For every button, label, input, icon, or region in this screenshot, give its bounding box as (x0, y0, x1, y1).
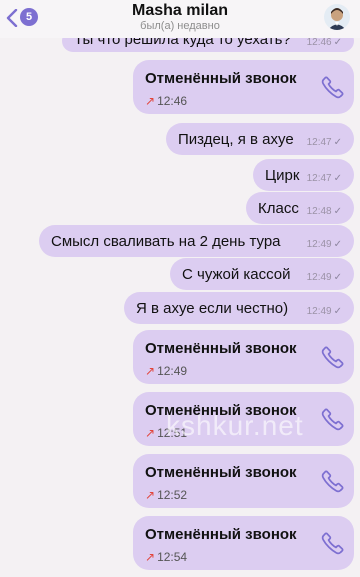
check-icon: ✓ (333, 173, 342, 184)
message-text: Я в ахуе если честно) (136, 300, 289, 317)
message-time: 12:47 (306, 173, 332, 184)
message-time: 12:47 (306, 137, 332, 148)
call-time-row: ↗ 12:51 (145, 426, 187, 440)
call-message[interactable]: Отменённый звонок ↗ 12:52 (133, 454, 354, 508)
call-time-row: ↗ 12:52 (145, 488, 187, 502)
message-text: С чужой кассой (182, 266, 291, 283)
message-meta: 12:47 ✓ (307, 173, 342, 184)
call-time: 12:54 (157, 550, 188, 564)
call-time: 12:46 (157, 94, 188, 108)
message-meta: 12:49 ✓ (307, 239, 342, 250)
message-bubble[interactable]: Я в ахуе если честно) 12:49 ✓ (124, 292, 354, 324)
call-title: Отменённый звонок (145, 340, 297, 357)
message-bubble[interactable]: Цирк 12:47 ✓ (253, 159, 354, 191)
message-time: 12:46 (306, 37, 332, 48)
message-meta: 12:47 ✓ (307, 137, 342, 148)
message-time: 12:49 (306, 239, 332, 250)
phone-icon[interactable] (320, 530, 346, 556)
call-title: Отменённый звонок (145, 402, 297, 419)
call-message[interactable]: Отменённый звонок ↗ 12:49 (133, 330, 354, 384)
check-icon: ✓ (333, 239, 342, 250)
message-time: 12:49 (306, 306, 332, 317)
message-meta: 12:48 ✓ (307, 206, 342, 217)
message-text: Класс (258, 200, 299, 217)
call-message[interactable]: Отменённый звонок ↗ 12:46 (133, 60, 354, 114)
message-bubble[interactable]: Класс 12:48 ✓ (246, 192, 354, 224)
message-time: 12:48 (306, 206, 332, 217)
message-time: 12:49 (306, 272, 332, 283)
arrow-up-right-icon: ↗ (145, 550, 156, 564)
message-text: Смысл сваливать на 2 день тура (51, 233, 281, 250)
phone-icon[interactable] (320, 344, 346, 370)
last-seen-status: был(а) недавно (140, 20, 220, 32)
check-icon: ✓ (333, 37, 342, 48)
message-bubble[interactable]: С чужой кассой 12:49 ✓ (170, 258, 354, 290)
avatar[interactable] (324, 4, 350, 30)
phone-icon[interactable] (320, 468, 346, 494)
call-title: Отменённый звонок (145, 70, 297, 87)
call-time: 12:49 (157, 364, 188, 378)
message-meta: 12:46 ✓ (307, 37, 342, 48)
message-text: Цирк (265, 167, 300, 184)
check-icon: ✓ (333, 272, 342, 283)
call-title: Отменённый звонок (145, 526, 297, 543)
call-time-row: ↗ 12:54 (145, 550, 187, 564)
arrow-up-right-icon: ↗ (145, 488, 156, 502)
message-bubble[interactable]: Пиздец, я в ахуе 12:47 ✓ (166, 123, 354, 155)
call-message[interactable]: Отменённый звонок ↗ 12:51 (133, 392, 354, 446)
check-icon: ✓ (333, 206, 342, 217)
check-icon: ✓ (333, 137, 342, 148)
phone-icon[interactable] (320, 406, 346, 432)
call-message[interactable]: Отменённый звонок ↗ 12:54 (133, 516, 354, 570)
message-meta: 12:49 ✓ (307, 306, 342, 317)
call-time-row: ↗ 12:49 (145, 364, 187, 378)
check-icon: ✓ (333, 306, 342, 317)
message-text: Пиздец, я в ахуе (178, 131, 294, 148)
call-time: 12:52 (157, 488, 188, 502)
chat-title[interactable]: Masha milan (0, 2, 360, 20)
call-time-row: ↗ 12:46 (145, 94, 187, 108)
arrow-up-right-icon: ↗ (145, 94, 156, 108)
call-title: Отменённый звонок (145, 464, 297, 481)
arrow-up-right-icon: ↗ (145, 426, 156, 440)
message-meta: 12:49 ✓ (307, 272, 342, 283)
chat-header: 5 Masha milan был(а) недавно (0, 0, 360, 38)
message-bubble[interactable]: Смысл сваливать на 2 день тура 12:49 ✓ (39, 225, 354, 257)
arrow-up-right-icon: ↗ (145, 364, 156, 378)
call-time: 12:51 (157, 426, 188, 440)
phone-icon[interactable] (320, 74, 346, 100)
